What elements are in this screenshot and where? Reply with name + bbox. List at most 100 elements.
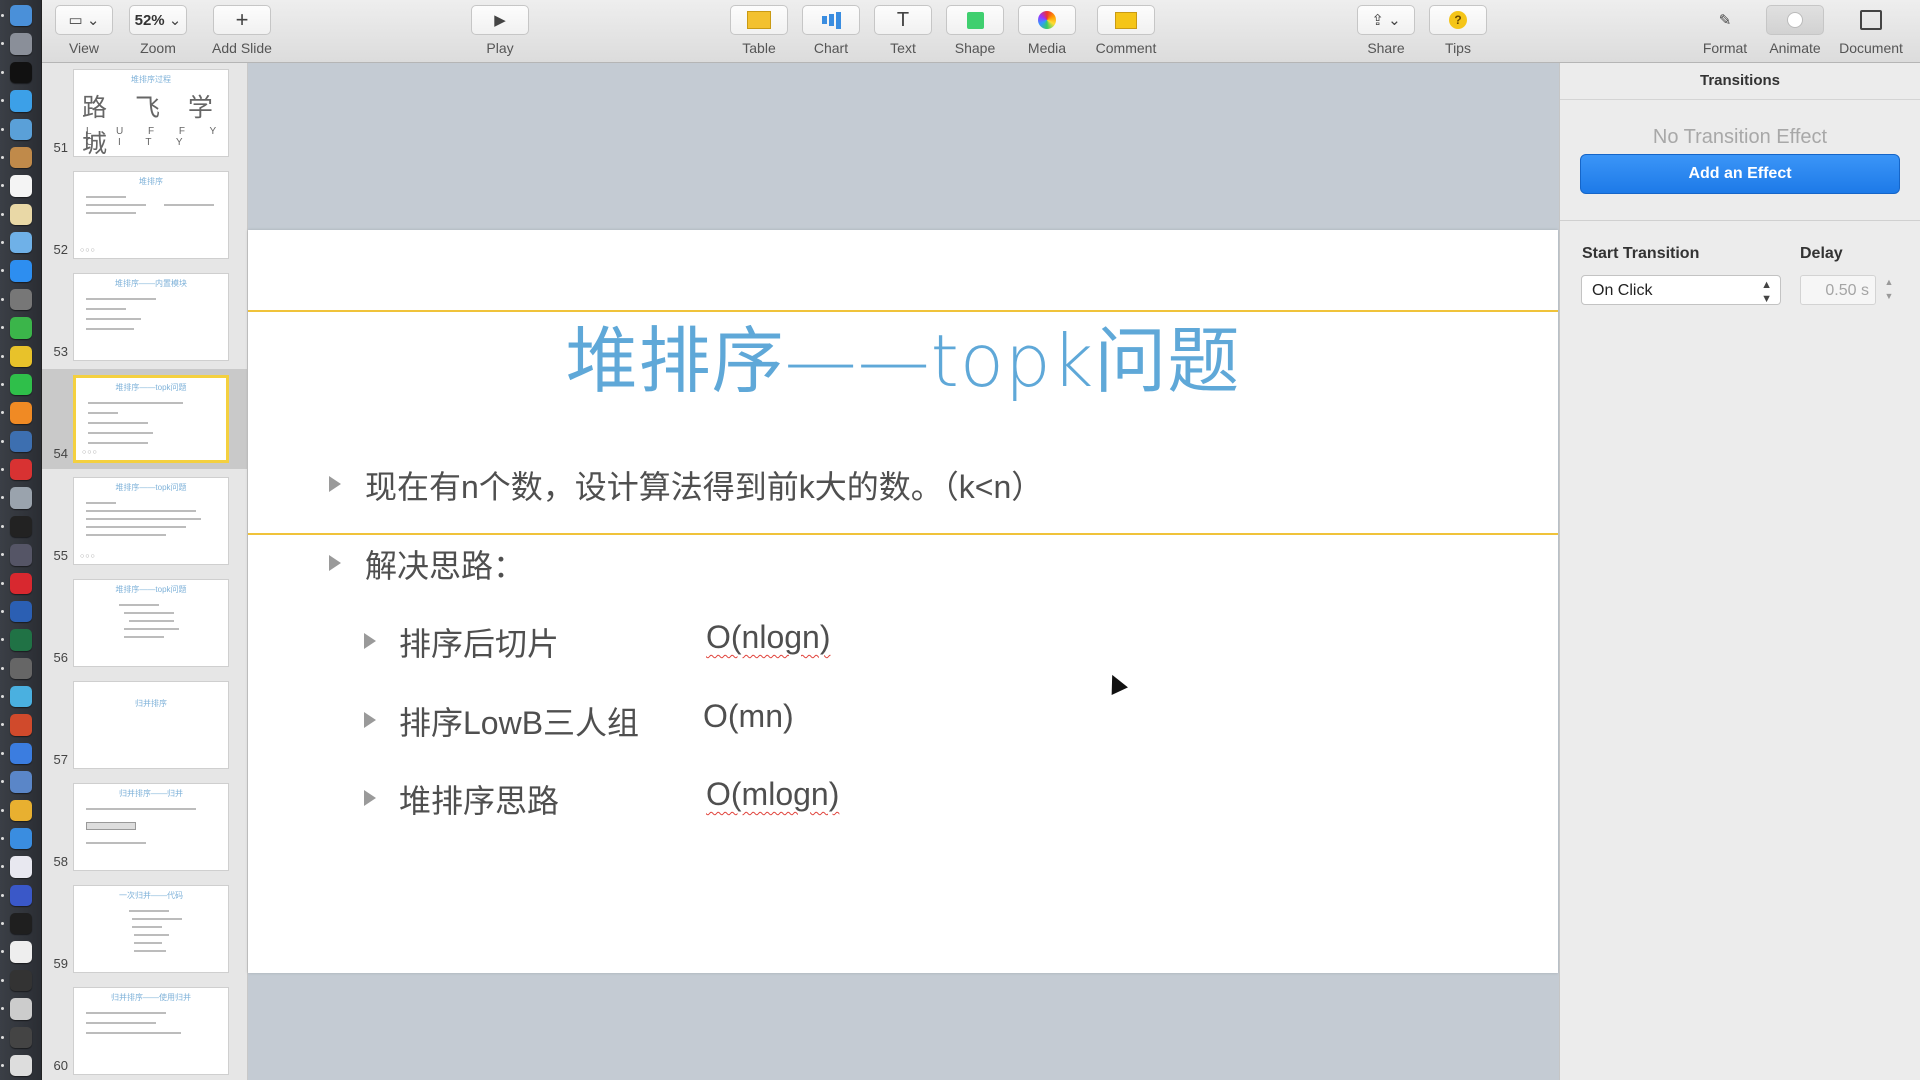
finder-window-icon[interactable] [0,232,32,254]
word-icon[interactable] [0,600,32,623]
document-control[interactable]: Document [1835,5,1907,56]
preview-icon[interactable] [0,118,32,140]
delay-field[interactable]: 0.50 s [1800,275,1876,305]
document-app-icon[interactable] [0,941,32,963]
animate-control[interactable]: Animate [1763,5,1827,56]
thumb-dots: ○○○ [80,553,96,560]
share-icon[interactable]: ⇪ ⌄ [1357,5,1415,35]
display-icon[interactable] [0,969,32,992]
media-control[interactable]: Media [1015,5,1079,56]
play-icon[interactable]: ▶ [471,5,529,35]
chart-control[interactable]: Chart [799,5,863,56]
finder-icon[interactable] [0,5,32,27]
tips-icon[interactable]: ? [1429,5,1487,35]
zoom-select[interactable]: 52% ⌄ [129,5,187,35]
paintbrush-icon[interactable]: ✎ [1696,5,1754,35]
trash-icon[interactable] [0,1054,32,1077]
thumb-title: 堆排序——内置模块 [115,279,187,288]
text-control[interactable]: T Text [871,5,935,56]
slide-thumbnail-52[interactable]: 堆排序 ○○○ 52 [42,165,247,265]
console-icon[interactable] [0,1026,32,1048]
youdao-icon[interactable] [0,572,32,594]
slide-thumbnail-56[interactable]: 堆排序——topk问题 56 [42,573,247,673]
comment-control[interactable]: Comment [1087,5,1165,56]
slide-canvas[interactable]: 堆排序——topk问题 现在有n个数，设计算法得到前k大的数。（k<n） 解决思… [248,63,1558,1080]
slide-thumbnail-54[interactable]: 堆排序——topk问题 ○○○ 54 [42,369,247,469]
tab-transitions[interactable]: Transitions [1560,63,1920,100]
play-control[interactable]: ▶ Play [468,5,532,56]
shape-control[interactable]: Shape [943,5,1007,56]
shape-icon[interactable] [946,5,1004,35]
delay-stepper-icon[interactable]: ▲ ▼ [1882,275,1896,305]
monitor-icon[interactable] [0,544,32,566]
tools-icon[interactable] [0,799,32,821]
slide-navigator[interactable]: 堆排序过程 路 飞 学 城 L U F F Y C I T Y 51 堆排序 ○… [42,63,248,1080]
thumb-preview: 堆排序过程 路 飞 学 城 L U F F Y C I T Y [73,69,229,157]
itunes-icon[interactable] [0,856,32,878]
zoom-control[interactable]: 52% ⌄ Zoom [126,5,190,56]
chart-icon[interactable] [802,5,860,35]
document-icon[interactable] [1842,5,1900,35]
keynote-icon[interactable] [0,827,32,850]
add-slide-control[interactable]: + Add Slide [205,5,279,56]
start-transition-select[interactable]: On Click ▲ ▼ [1581,275,1781,305]
powerpoint-icon[interactable] [0,714,32,736]
bullet-approach[interactable]: 解决思路： [365,541,525,587]
complexity-nlogn[interactable]: O(nlogn) [706,619,831,656]
sub-bullet-sort-slice[interactable]: 排序后切片 [399,619,559,665]
current-slide[interactable]: 堆排序——topk问题 现在有n个数，设计算法得到前k大的数。（k<n） 解决思… [248,230,1558,973]
screenshot-icon[interactable] [0,657,32,679]
system-preferences-icon[interactable] [0,288,32,311]
cloud-icon[interactable] [0,771,32,793]
app-store-icon[interactable] [0,260,32,282]
red-app-icon[interactable] [0,459,32,481]
sub-bullet-lowb[interactable]: 排序LowB三人组 [399,698,639,744]
textedit-icon[interactable] [0,203,32,225]
calendar-icon[interactable] [0,175,32,197]
table-control[interactable]: Table [727,5,791,56]
slide-thumbnail-55[interactable]: 堆排序——topk问题 ○○○ 55 [42,471,247,571]
qq-icon[interactable] [0,515,32,538]
slide-thumbnail-58[interactable]: 归并排序——归并 58 [42,777,247,877]
complexity-mlogn[interactable]: O(mlogn) [706,776,839,813]
view-control[interactable]: ▭ ⌄ View [52,5,116,56]
share-control[interactable]: ⇪ ⌄ Share [1354,5,1418,56]
table-icon[interactable] [730,5,788,35]
sub-bullet-heap[interactable]: 堆排序思路 [399,776,559,822]
slide-thumbnail-59[interactable]: 一次归并——代码 59 [42,879,247,979]
drive-icon[interactable] [0,487,32,509]
files-icon[interactable] [0,998,32,1020]
evernote-icon[interactable] [0,373,32,396]
sidebar-layout-icon[interactable]: ▭ ⌄ [55,5,113,35]
bullet-problem[interactable]: 现在有n个数，设计算法得到前k大的数。（k<n） [365,462,1043,508]
slide-thumbnail-60[interactable]: 归并排序——使用归并 60 [42,981,247,1080]
numbers-icon[interactable] [0,317,32,339]
slide-thumbnail-57[interactable]: 归并排序 57 [42,675,247,775]
add-effect-button[interactable]: Add an Effect [1580,154,1900,194]
maps-icon[interactable] [0,742,32,765]
terminal-icon[interactable] [0,61,32,84]
pycharm-icon[interactable] [0,913,32,935]
complexity-mn[interactable]: O(mn) [703,698,794,735]
safari-icon[interactable] [0,90,32,112]
chrome-icon[interactable] [0,345,32,367]
thumb-line [124,636,164,638]
format-control[interactable]: ✎ Format [1693,5,1757,56]
browser-icon[interactable] [0,686,32,708]
media-icon[interactable] [1018,5,1076,35]
tips-control[interactable]: ? Tips [1426,5,1490,56]
text-icon[interactable]: T [874,5,932,35]
slide-thumbnail-53[interactable]: 堆排序——内置模块 53 [42,267,247,367]
animate-icon[interactable] [1766,5,1824,35]
thumb-preview: 堆排序 ○○○ [73,171,229,259]
flow-icon[interactable] [0,884,32,906]
search-app-icon[interactable] [0,430,32,452]
books-icon[interactable] [0,146,32,169]
plus-icon[interactable]: + [213,5,271,35]
excel-icon[interactable] [0,629,32,651]
slide-thumbnail-51[interactable]: 堆排序过程 路 飞 学 城 L U F F Y C I T Y 51 [42,63,247,163]
sublime-icon[interactable] [0,402,32,424]
slide-title[interactable]: 堆排序——topk问题 [248,302,1558,407]
comment-icon[interactable] [1097,5,1155,35]
launchpad-icon[interactable] [0,33,32,55]
